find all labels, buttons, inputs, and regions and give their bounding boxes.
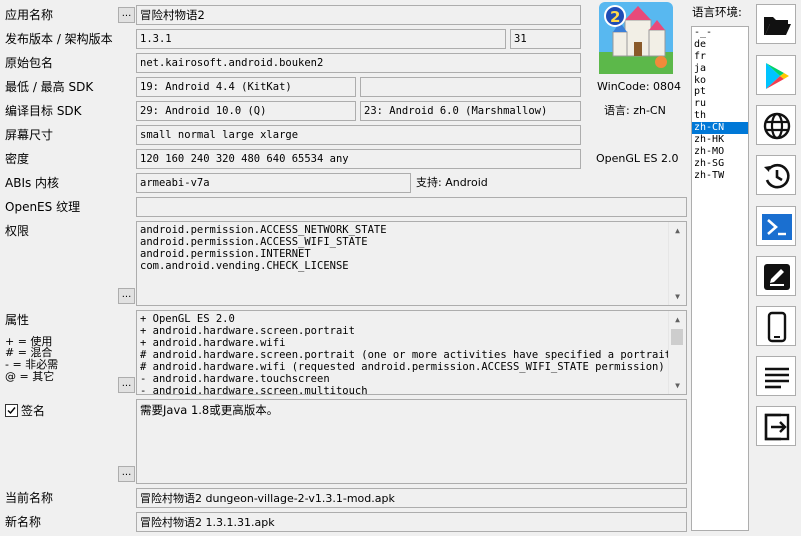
language-item[interactable]: zh-HK [692,134,748,146]
package-field[interactable]: net.kairosoft.android.bouken2 [136,53,581,73]
history-button[interactable] [756,155,796,195]
edit-icon [764,264,790,290]
legend-mixed: # = 混合 [5,346,53,359]
abi-support-text: 支持: Android [416,176,488,189]
language-item[interactable]: zh-SG [692,158,748,170]
permissions-more-button[interactable]: ... [118,288,135,304]
density-label: 密度 [5,152,30,166]
language-item[interactable]: fr [692,51,748,63]
scroll-thumb[interactable] [671,329,683,345]
screen-size-label: 屏幕尺寸 [5,128,54,142]
features-more-button[interactable]: ... [118,377,135,393]
legend-optional: - = 非必需 [5,358,59,371]
new-name-field[interactable]: 冒险村物语2 1.3.1.31.apk [136,512,687,532]
package-label: 原始包名 [5,56,54,70]
language-item-selected[interactable]: zh-CN [692,122,748,135]
history-icon [764,163,790,189]
phone-icon [767,311,787,343]
language-list[interactable]: -_- de fr ja ko pt ru th zh-CN zh-HK zh-… [691,26,749,531]
feature-item: - android.hardware.touchscreen [140,373,330,385]
language-item[interactable]: ja [692,63,748,75]
permission-item: android.permission.INTERNET [140,248,311,260]
language-env-label: 语言环境: [692,5,742,19]
opengl-texture-field[interactable] [136,197,687,217]
exit-button[interactable] [756,406,796,446]
language-item[interactable]: -_- [692,27,748,39]
web-search-button[interactable] [756,105,796,145]
max-sdk-field[interactable] [360,77,581,97]
compile-sdk-field[interactable]: 23: Android 6.0 (Marshmallow) [360,101,581,121]
permissions-label: 权限 [5,224,30,238]
features-label: 属性 [5,313,30,327]
features-scrollbar[interactable]: ▲ ▼ [668,311,686,394]
permission-item: android.permission.ACCESS_NETWORK_STATE [140,224,387,236]
abi-label: ABIs 内核 [5,176,60,190]
signature-text-area[interactable]: 需要Java 1.8或更高版本。 [136,399,687,484]
menu-lines-icon [765,367,789,389]
app-name-label: 应用名称 [5,8,54,22]
language-text: 语言: zh-CN [604,104,666,117]
device-button[interactable] [756,306,796,346]
scroll-up-arrow-icon[interactable]: ▲ [669,222,686,239]
permissions-scrollbar[interactable]: ▲ ▼ [668,222,686,305]
folder-open-icon [764,17,791,35]
legend-other: @ = 其它 [5,370,55,383]
feature-item: + android.hardware.screen.portrait [140,325,355,337]
target-sdk-label: 编译目标 SDK [5,104,82,118]
version-label: 发布版本 / 架构版本 [5,32,113,46]
abi-field[interactable]: armeabi-v7a [136,173,411,193]
target-sdk-field[interactable]: 29: Android 10.0 (Q) [136,101,356,121]
features-list[interactable]: + OpenGL ES 2.0 + android.hardware.scree… [136,310,687,395]
powershell-button[interactable] [756,206,796,246]
feature-item: # android.hardware.screen.portrait (one … [140,349,687,361]
current-name-label: 当前名称 [5,491,54,505]
language-item[interactable]: zh-MO [692,146,748,158]
version-name-field[interactable]: 1.3.1 [136,29,506,49]
app-icon: 2 [599,2,673,74]
feature-item: + android.hardware.wifi [140,337,286,349]
menu-button[interactable] [756,356,796,396]
exit-icon [764,413,790,441]
opengl-texture-label: OpenES 纹理 [5,200,81,214]
permissions-list[interactable]: android.permission.ACCESS_NETWORK_STATE … [136,221,687,306]
min-sdk-field[interactable]: 19: Android 4.4 (KitKat) [136,77,356,97]
language-item[interactable]: pt [692,86,748,98]
permission-item: com.android.vending.CHECK_LICENSE [140,260,349,272]
language-item[interactable]: zh-TW [692,170,748,182]
language-item[interactable]: ko [692,75,748,87]
language-item[interactable]: de [692,39,748,51]
edit-button[interactable] [756,256,796,296]
permission-item: android.permission.ACCESS_WIFI_STATE [140,236,368,248]
signature-label[interactable]: 签名 [21,403,45,419]
scroll-down-arrow-icon[interactable]: ▼ [669,377,686,394]
screen-size-field[interactable]: small normal large xlarge [136,125,581,145]
signature-checkbox[interactable] [5,404,18,417]
scroll-down-arrow-icon[interactable]: ▼ [669,288,686,305]
globe-icon [763,112,791,140]
app-name-field[interactable]: 冒险村物语2 [136,5,581,25]
version-code-field[interactable]: 31 [510,29,581,49]
feature-item: + OpenGL ES 2.0 [140,313,235,325]
wincode-text: WinCode: 0804 [597,80,682,93]
open-folder-button[interactable] [756,4,796,44]
opengl-text: OpenGL ES 2.0 [596,152,679,165]
density-field[interactable]: 120 160 240 320 480 640 65534 any [136,149,581,169]
feature-item: - android.hardware.screen.multitouch [140,385,368,395]
signature-text: 需要Java 1.8或更高版本。 [140,403,279,417]
signature-more-button[interactable]: ... [118,466,135,482]
language-item[interactable]: th [692,110,748,122]
scroll-up-arrow-icon[interactable]: ▲ [669,311,686,328]
sdk-label: 最低 / 最高 SDK [5,80,94,94]
powershell-icon [762,214,792,240]
language-item[interactable]: ru [692,98,748,110]
google-play-button[interactable] [756,55,796,95]
svg-text:2: 2 [610,8,620,26]
feature-item: # android.hardware.wifi (requested andro… [140,361,665,373]
current-name-field[interactable]: 冒险村物语2 dungeon-village-2-v1.3.1-mod.apk [136,488,687,508]
google-play-icon [766,63,789,89]
new-name-label: 新名称 [5,515,42,529]
app-name-more-button[interactable]: ... [118,7,135,23]
